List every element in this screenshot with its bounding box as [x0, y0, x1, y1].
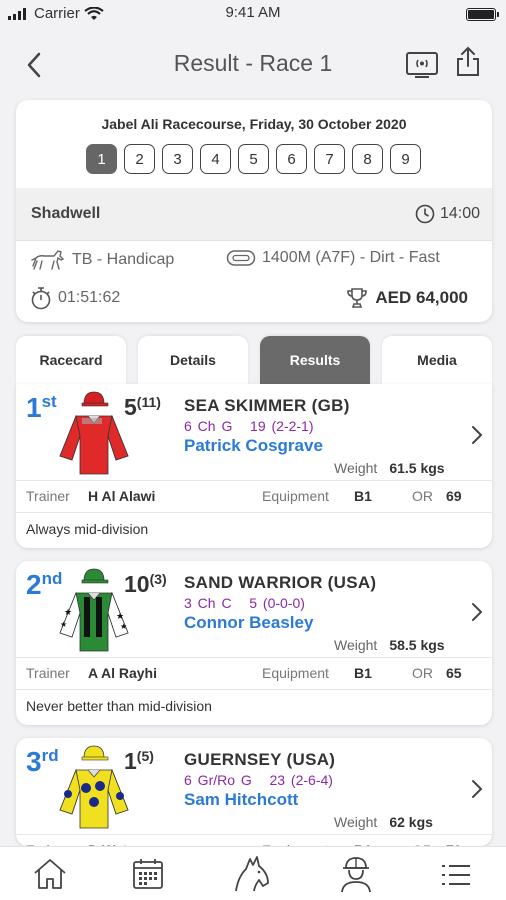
tab-racecard[interactable]: Racecard — [16, 336, 126, 384]
tab-media[interactable]: Media — [382, 336, 492, 384]
home-icon[interactable] — [32, 857, 68, 891]
trainer-row: Trainer D Watson Equipment B1 OR 70 — [16, 835, 492, 846]
bottom-tab-bar — [0, 846, 506, 900]
status-bar: Carrier 9:41 AM — [0, 0, 506, 28]
race-button-6[interactable]: 6 — [276, 144, 307, 174]
result-card[interactable]: 2nd ★ ★ ★ ★ 10(3) SAND WARRIOR (USA) 3 Ch … — [16, 561, 492, 725]
race-type-row: TB - Handicap 1400M (A7F) - Dirt - Fast — [16, 240, 492, 278]
tab-bar: Racecard Details Results Media — [16, 336, 492, 384]
race-info-card: Jabel Ali Racecourse, Friday, 30 October… — [16, 100, 492, 322]
jockey-name[interactable]: Sam Hitchcott — [184, 790, 298, 810]
horse-description: 3 Ch C 5 (0-0-0) — [184, 595, 305, 611]
result-card[interactable]: 3rd 1(5) GUERNSEY (USA) 6 Gr/Ro G 23 (2-… — [16, 738, 492, 846]
start-time-value: 14:00 — [439, 205, 480, 222]
weight: Weight 61.5 kgs — [334, 460, 445, 476]
equipment-value: B1 — [354, 665, 372, 681]
trainer-name: A Al Rayhi — [88, 665, 157, 681]
or-value: 69 — [446, 488, 462, 504]
race-distance-text: 1400M (A7F) - Dirt - Fast — [262, 249, 440, 266]
saddle-number: 5(11) — [124, 394, 161, 420]
nav-bar: Result - Race 1 — [0, 40, 506, 90]
equipment-label: Equipment — [262, 488, 329, 504]
race-comment: Always mid-division — [26, 521, 149, 537]
race-distance: 1400M (A7F) - Dirt - Fast — [226, 248, 440, 268]
jockey-silk: ★ ★ ★ ★ — [59, 568, 129, 652]
race-button-3[interactable]: 3 — [162, 144, 193, 174]
battery-icon — [466, 8, 499, 21]
race-time: 01:51:62 — [30, 286, 120, 310]
tab-details[interactable]: Details — [138, 336, 248, 384]
race-time-text: 01:51:62 — [58, 289, 121, 306]
race-button-4[interactable]: 4 — [200, 144, 231, 174]
prize-text: AED 64,000 — [375, 288, 468, 307]
weight: Weight 62 kgs — [334, 814, 433, 830]
jockey-silk — [59, 391, 129, 475]
finish-position: 1st — [26, 392, 57, 423]
horse-description: 6 Gr/Ro G 23 (2-6-4) — [184, 772, 333, 788]
horse-type-icon — [31, 250, 65, 270]
equipment-label: Equipment — [262, 665, 329, 681]
svg-text:★: ★ — [64, 607, 72, 617]
trainer-row: Trainer H Al Alawi Equipment B1 OR 69 — [16, 481, 492, 511]
race-button-7[interactable]: 7 — [314, 144, 345, 174]
race-button-2[interactable]: 2 — [124, 144, 155, 174]
trainer-name: H Al Alawi — [88, 488, 156, 504]
horse-description: 6 Ch G 19 (2-2-1) — [184, 418, 314, 434]
saddle-number: 1(5) — [124, 748, 154, 774]
chevron-right-icon[interactable] — [470, 424, 484, 446]
svg-text:★: ★ — [120, 622, 127, 631]
race-button-9[interactable]: 9 — [390, 144, 421, 174]
result-card[interactable]: 1st 5(11) SEA SKIMMER (GB) 6 Ch G 19 (2-… — [16, 384, 492, 548]
horse-name[interactable]: SEA SKIMMER (GB) — [184, 396, 350, 416]
trainer-label: Trainer — [26, 665, 70, 681]
or-value: 65 — [446, 665, 462, 681]
race-button-8[interactable]: 8 — [352, 144, 383, 174]
share-icon[interactable] — [455, 46, 481, 78]
race-type-text: TB - Handicap — [72, 251, 175, 268]
or-label: OR — [412, 488, 433, 504]
venue-date: Jabel Ali Racecourse, Friday, 30 October… — [101, 116, 407, 132]
horse-head-icon[interactable] — [230, 853, 274, 893]
saddle-number: 10(3) — [124, 571, 167, 597]
track-icon — [226, 250, 256, 266]
clock: 9:41 AM — [225, 4, 281, 21]
silk-wrap — [54, 744, 134, 839]
race-type: TB - Handicap — [30, 248, 174, 272]
silk-wrap — [54, 390, 134, 485]
race-button-5[interactable]: 5 — [238, 144, 269, 174]
prize: AED 64,000 — [345, 286, 468, 310]
horse-name[interactable]: SAND WARRIOR (USA) — [184, 573, 376, 593]
svg-text:★: ★ — [60, 620, 67, 629]
chevron-right-icon[interactable] — [470, 601, 484, 623]
weight: Weight 58.5 kgs — [334, 637, 445, 653]
silk-wrap: ★ ★ ★ ★ — [54, 567, 134, 662]
clock-icon — [415, 204, 435, 224]
race-time-row: 01:51:62 AED 64,000 — [16, 280, 492, 318]
calendar-icon[interactable] — [131, 857, 165, 891]
horse-name[interactable]: GUERNSEY (USA) — [184, 750, 335, 770]
race-comment: Never better than mid-division — [26, 698, 212, 714]
trainer-label: Trainer — [26, 488, 70, 504]
equipment-value: B1 — [354, 488, 372, 504]
or-label: OR — [412, 665, 433, 681]
trophy-icon — [347, 288, 368, 308]
stopwatch-icon — [31, 287, 51, 310]
jockey-icon[interactable] — [338, 855, 374, 893]
jockey-name[interactable]: Patrick Cosgrave — [184, 436, 323, 456]
menu-icon[interactable] — [440, 863, 472, 887]
race-selector: 1 2 3 4 5 6 7 8 9 — [86, 144, 421, 174]
live-stream-icon[interactable] — [405, 50, 439, 80]
jockey-name[interactable]: Connor Beasley — [184, 613, 313, 633]
trainer-row: Trainer A Al Rayhi Equipment B1 OR 65 — [16, 658, 492, 688]
start-time: 14:00 — [415, 204, 480, 224]
jockey-silk — [59, 745, 129, 829]
tab-results[interactable]: Results — [260, 336, 370, 384]
svg-text:★: ★ — [116, 611, 124, 621]
race-sponsor: Shadwell — [31, 205, 101, 222]
race-button-1[interactable]: 1 — [86, 144, 117, 174]
chevron-right-icon[interactable] — [470, 778, 484, 800]
